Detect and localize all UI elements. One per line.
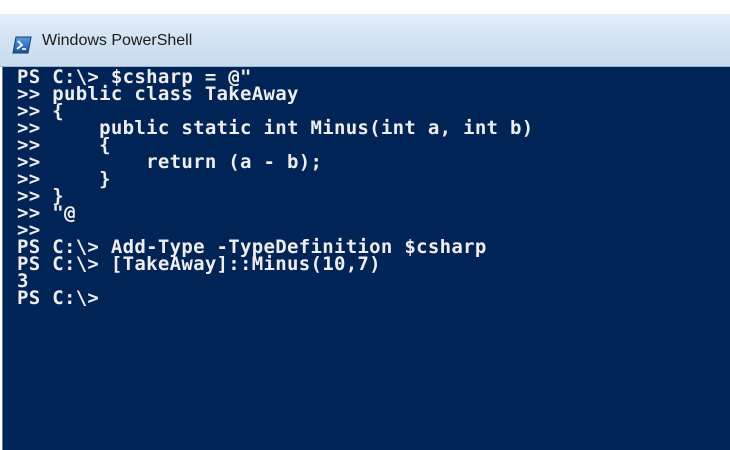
console-line: >> }: [17, 168, 111, 190]
window-top-border: [0, 0, 730, 14]
console-prompt[interactable]: PS C:\>: [17, 289, 534, 308]
window-title: Windows PowerShell: [42, 32, 193, 49]
powershell-icon: [12, 36, 32, 54]
console-line: >> "@: [17, 202, 76, 224]
console-line: >> }: [17, 185, 64, 207]
title-bar[interactable]: Windows PowerShell: [0, 14, 730, 67]
powershell-window: Windows PowerShell PS C:\> $csharp = @" …: [0, 0, 730, 450]
console-output: PS C:\> $csharp = @" >> public class Tak…: [17, 68, 534, 308]
console-line: PS C:\> [TakeAway]::Minus(10,7): [17, 253, 381, 275]
console-area[interactable]: PS C:\> $csharp = @" >> public class Tak…: [2, 67, 730, 450]
console-line: >> public class TakeAway: [17, 83, 299, 105]
